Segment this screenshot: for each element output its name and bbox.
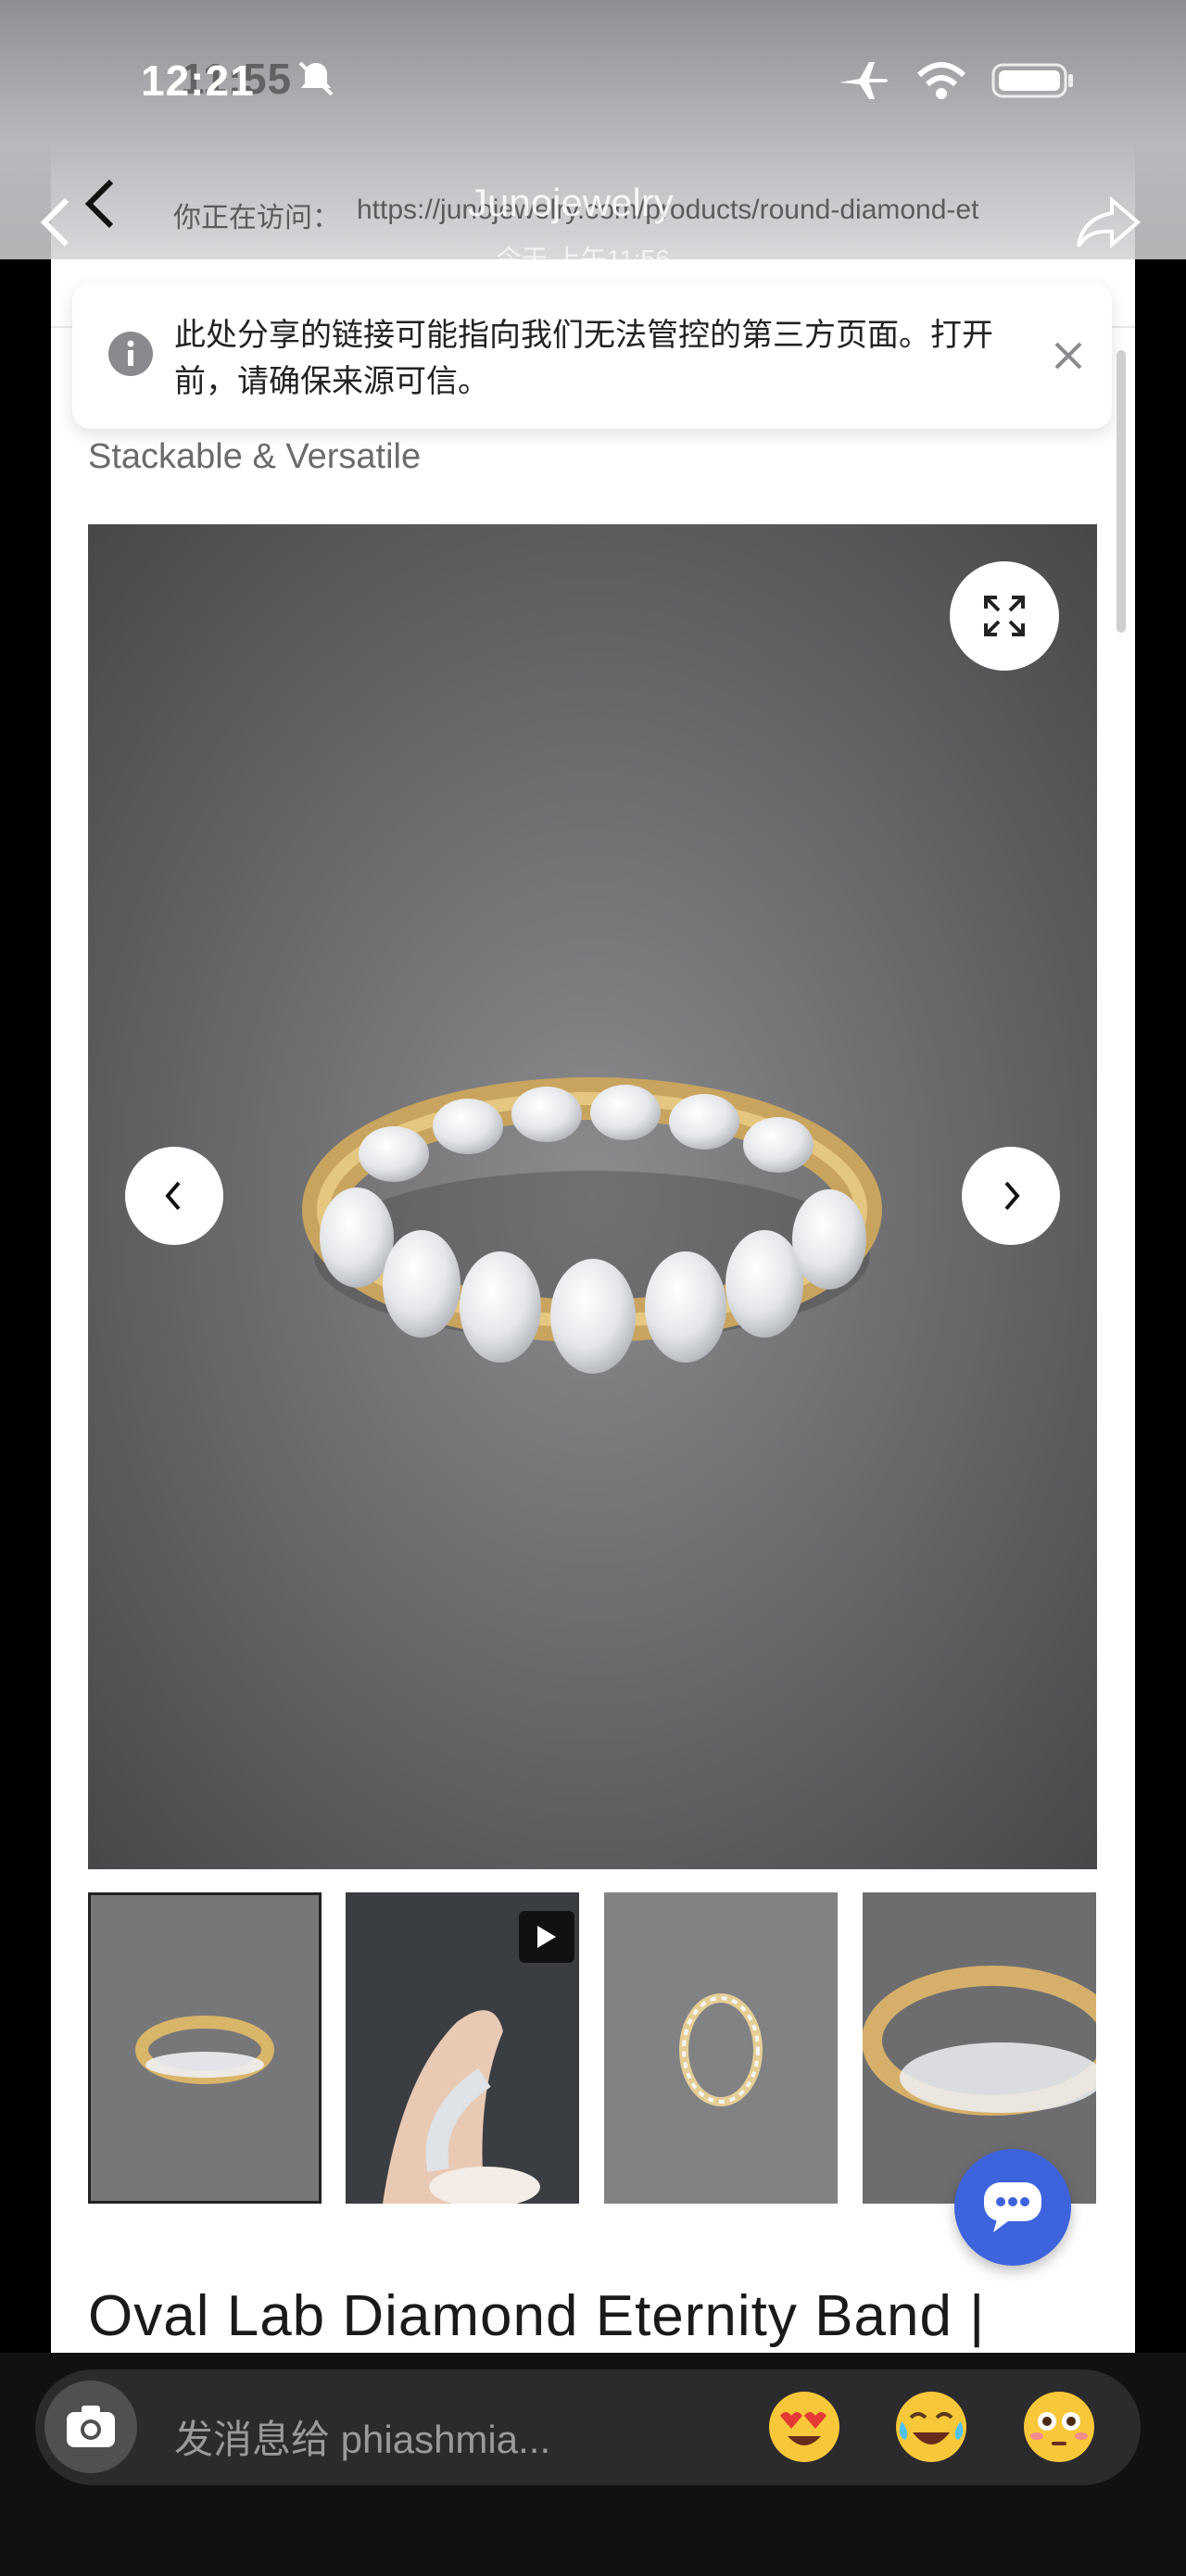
- gallery-prev-button[interactable]: [125, 1147, 223, 1245]
- visiting-url[interactable]: https://junojewelry.com/products/round-d…: [357, 195, 1089, 226]
- wifi-icon: [916, 62, 966, 99]
- tears-of-joy-emoji-icon[interactable]: [894, 2390, 968, 2464]
- gallery-next-button[interactable]: [962, 1147, 1060, 1245]
- visiting-label: 你正在访问：: [173, 203, 340, 233]
- camera-icon: [67, 2406, 115, 2447]
- video-badge: [519, 1911, 574, 1963]
- message-placeholder: 发消息给 phiashmia...: [174, 2418, 551, 2461]
- product-title: Oval Lab Diamond Eternity Band |: [88, 2284, 986, 2348]
- ring-illustration: [88, 524, 1097, 1869]
- thumbnail-3[interactable]: [604, 1892, 838, 2204]
- expand-image-button[interactable]: [950, 561, 1059, 671]
- flushed-emoji-icon[interactable]: [1022, 2390, 1096, 2464]
- close-icon[interactable]: [1053, 340, 1084, 371]
- chat-button[interactable]: [954, 2149, 1071, 2266]
- battery-icon: [991, 63, 1073, 98]
- sender-time: 今天 上午11:56: [496, 245, 670, 273]
- thumbnail-1[interactable]: [88, 1892, 322, 2204]
- message-input[interactable]: 发消息给 phiashmia...: [35, 2369, 1141, 2485]
- sender-name: Junojewelry: [468, 181, 674, 224]
- external-link-warning: 此处分享的链接可能指向我们无法管控的第三方页面。打开前，请确保来源可信。: [72, 283, 1112, 429]
- warning-text: 此处分享的链接可能指向我们无法管控的第三方页面。打开前，请确保来源可信。: [174, 318, 993, 399]
- share-arrow-icon[interactable]: [1075, 195, 1142, 252]
- chat-bubble-icon: [984, 2182, 1041, 2232]
- back-button[interactable]: [82, 176, 119, 232]
- thumbnail-4[interactable]: [863, 1892, 1096, 2204]
- thumbnail-2[interactable]: [346, 1892, 579, 2204]
- mute-bell-icon: [298, 61, 334, 96]
- status-time: 12:21: [141, 57, 255, 105]
- product-tagline: Stackable & Versatile: [88, 437, 422, 476]
- chevron-right-icon: [1004, 1181, 1020, 1211]
- chevron-left-icon[interactable]: [37, 195, 74, 250]
- play-icon: [537, 1926, 556, 1948]
- airplane-icon: [839, 62, 888, 99]
- camera-button[interactable]: [44, 2381, 137, 2473]
- expand-icon: [984, 596, 1025, 636]
- chevron-left-icon: [165, 1181, 181, 1211]
- page-scrollbar[interactable]: [1117, 350, 1126, 633]
- status-icons: [836, 60, 1075, 101]
- info-icon: [108, 332, 153, 376]
- product-main-image[interactable]: [88, 524, 1097, 1869]
- heart-eyes-emoji-icon[interactable]: [767, 2390, 841, 2464]
